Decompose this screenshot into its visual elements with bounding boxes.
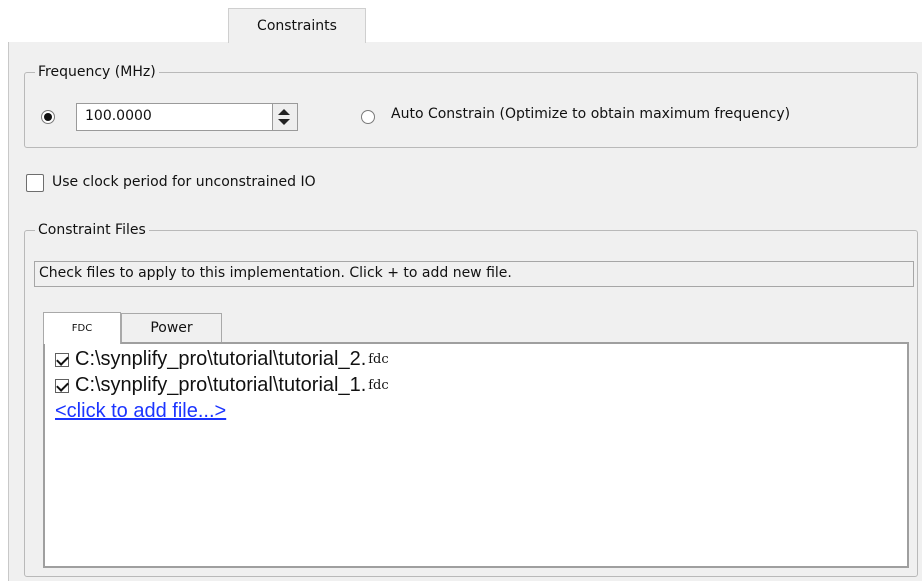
file-extension: fdc <box>368 352 389 367</box>
tab-fdc-label: FDC <box>71 323 93 334</box>
tab-power-label: Power <box>150 320 193 336</box>
tab-fdc[interactable]: FDC <box>43 312 121 344</box>
file-checkbox[interactable] <box>55 352 69 367</box>
file-path: C:\synplify_pro\tutorial\tutorial_1. <box>75 374 367 396</box>
use-clock-period-checkbox[interactable] <box>26 174 44 192</box>
tab-power[interactable]: Power <box>121 313 222 342</box>
file-checkbox[interactable] <box>55 378 69 393</box>
frequency-group-title: Frequency (MHz) <box>35 63 159 81</box>
tab-constraints[interactable]: Constraints <box>228 8 366 43</box>
file-extension: fdc <box>368 378 389 393</box>
auto-constrain-radio[interactable] <box>361 110 375 124</box>
constraint-files-title: Constraint Files <box>35 221 149 239</box>
spin-down-icon[interactable] <box>278 119 290 125</box>
manual-frequency-radio[interactable] <box>41 110 55 124</box>
constraint-file-list: C:\synplify_pro\tutorial\tutorial_2. fdc… <box>43 342 909 568</box>
list-item: C:\synplify_pro\tutorial\tutorial_2. fdc <box>55 348 389 371</box>
frequency-spinbox[interactable]: 100.0000 <box>76 103 298 131</box>
list-item: C:\synplify_pro\tutorial\tutorial_1. fdc <box>55 374 389 397</box>
tab-constraints-label: Constraints <box>257 18 337 34</box>
add-file-link[interactable]: <click to add file...> <box>55 400 226 423</box>
frequency-value[interactable]: 100.0000 <box>85 108 152 124</box>
spin-up-icon[interactable] <box>278 109 290 115</box>
constraint-files-hint: Check files to apply to this implementat… <box>34 261 914 287</box>
use-clock-period-label: Use clock period for unconstrained IO <box>52 174 316 190</box>
file-path: C:\synplify_pro\tutorial\tutorial_2. <box>75 348 367 370</box>
frequency-stepper[interactable] <box>272 104 297 130</box>
auto-constrain-label: Auto Constrain (Optimize to obtain maxim… <box>391 106 791 122</box>
